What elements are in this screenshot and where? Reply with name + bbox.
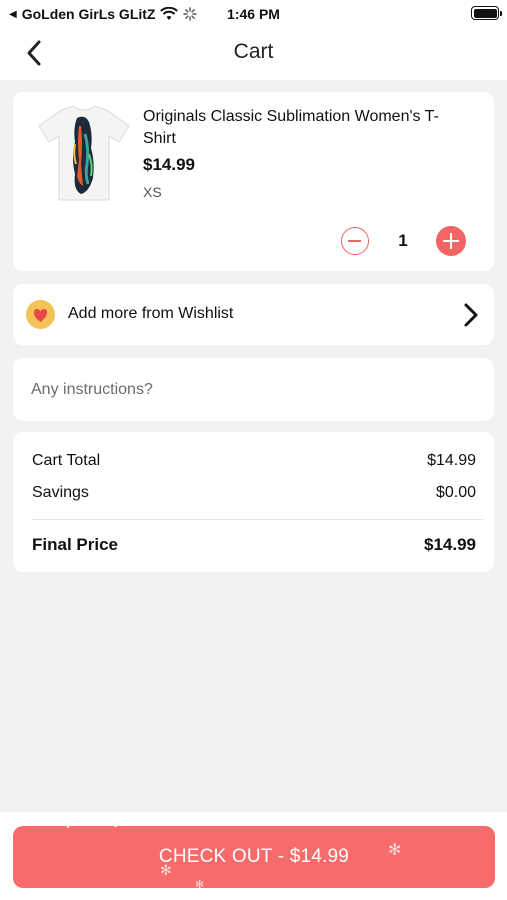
instructions-input[interactable]: [31, 373, 471, 407]
savings-label: Savings: [32, 484, 89, 501]
order-summary: Cart Total $14.99 Savings $0.00 Final Pr…: [13, 432, 494, 572]
final-price-label: Final Price: [32, 535, 118, 554]
product-price: $14.99: [143, 155, 195, 174]
heart-icon-badge: [26, 300, 55, 329]
wishlist-label: Add more from Wishlist: [68, 305, 234, 322]
product-name[interactable]: Originals Classic Sublimation Women's T-…: [143, 106, 443, 150]
battery-icon: [471, 6, 502, 20]
status-bar: ◀ GoLden GirLs GLitZ 1:46 PM: [0, 0, 507, 28]
final-price-value: $14.99: [424, 535, 476, 554]
status-right: [471, 6, 502, 20]
quantity-value: 1: [398, 231, 408, 250]
cart-total-label: Cart Total: [32, 452, 101, 469]
status-time: 1:46 PM: [227, 6, 280, 22]
checkout-label: CHECK OUT - $14.99: [158, 846, 350, 867]
page-title: Cart: [233, 40, 274, 63]
quantity-increase-button[interactable]: [436, 226, 466, 256]
summary-divider: [32, 519, 483, 520]
product-size: XS: [143, 184, 162, 200]
chevron-right-icon[interactable]: [463, 302, 479, 328]
savings-value: $0.00: [435, 484, 476, 501]
cart-item-card: Originals Classic Sublimation Women's T-…: [13, 92, 494, 271]
tshirt-image[interactable]: [33, 104, 135, 204]
heart-icon: [33, 308, 48, 322]
cart-total-value: $14.99: [427, 452, 476, 469]
instructions-card: [13, 358, 494, 421]
checkout-button[interactable]: CHECK OUT - $14.99: [13, 826, 495, 888]
nav-bar: Cart: [0, 28, 507, 80]
add-from-wishlist-row[interactable]: Add more from Wishlist: [13, 284, 494, 345]
quantity-decrease-button[interactable]: [341, 227, 369, 255]
